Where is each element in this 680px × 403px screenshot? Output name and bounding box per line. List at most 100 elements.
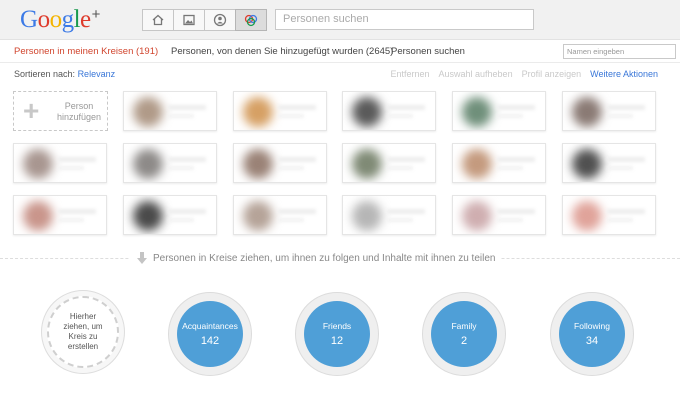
person-card[interactable] (562, 195, 656, 235)
person-card[interactable] (123, 91, 217, 131)
person-detail-blur (387, 166, 413, 170)
person-detail-blur (607, 166, 633, 170)
person-detail-blur (58, 166, 84, 170)
circle-count: 2 (460, 335, 468, 347)
person-name-blur (278, 105, 316, 110)
person-detail-blur (278, 166, 304, 170)
people-search-input[interactable]: Personen suchen (275, 9, 534, 30)
sort-label: Sortieren nach: (14, 69, 76, 79)
person-card[interactable] (452, 143, 546, 183)
person-card[interactable] (233, 195, 327, 235)
top-bar: Google+ Personen suchen (0, 0, 680, 40)
hint-text: Personen in Kreise ziehen, um ihnen zu f… (153, 252, 496, 264)
person-name-blur (497, 209, 535, 214)
person-card[interactable] (452, 195, 546, 235)
person-avatar (243, 149, 273, 179)
person-detail-blur (168, 166, 194, 170)
person-card[interactable] (562, 143, 656, 183)
person-card[interactable] (342, 143, 436, 183)
profile-icon (213, 13, 227, 27)
person-avatar (462, 97, 492, 127)
circle-name: Family (451, 321, 477, 331)
new-circle-dropzone[interactable]: Hierher ziehen, um Kreis zu erstellen (41, 290, 125, 374)
person-avatar (462, 201, 492, 231)
remove-button[interactable]: Entfernen (390, 69, 429, 79)
circles-button[interactable] (235, 9, 267, 31)
person-name-blur (278, 209, 316, 214)
person-card[interactable] (452, 91, 546, 131)
person-card[interactable] (342, 195, 436, 235)
circle-acquaintances[interactable]: Acquaintances 142 (168, 292, 252, 376)
person-avatar (572, 201, 602, 231)
person-avatar (133, 201, 163, 231)
google-plus-logo[interactable]: Google+ (20, 6, 100, 34)
home-button[interactable] (142, 9, 174, 31)
add-person-card[interactable]: + Person hinzufügen (13, 91, 108, 131)
circles-icon (244, 14, 258, 27)
circle-count: 34 (585, 335, 599, 347)
person-avatar (352, 201, 382, 231)
logo-letter: o (37, 6, 51, 33)
person-detail-blur (387, 218, 413, 222)
person-avatar (23, 149, 53, 179)
person-detail-blur (497, 166, 523, 170)
person-card[interactable] (342, 91, 436, 131)
person-name-blur (607, 105, 645, 110)
person-name-blur (58, 209, 96, 214)
circle-name: Acquaintances (182, 321, 238, 331)
tab-people-added-you[interactable]: Personen, von denen Sie hinzugefügt wurd… (171, 46, 393, 57)
arrow-down-icon (137, 252, 147, 264)
circle-name: Following (574, 321, 610, 331)
person-name-blur (278, 157, 316, 162)
person-name-blur (387, 157, 425, 162)
person-name-blur (58, 157, 96, 162)
person-card[interactable] (13, 195, 107, 235)
person-card[interactable] (123, 143, 217, 183)
person-detail-blur (607, 218, 633, 222)
photos-button[interactable] (173, 9, 205, 31)
person-avatar (243, 97, 273, 127)
person-detail-blur (278, 218, 304, 222)
person-name-blur (168, 157, 206, 162)
person-card[interactable] (123, 195, 217, 235)
person-card[interactable] (13, 143, 107, 183)
person-name-blur (497, 157, 535, 162)
person-card[interactable] (233, 143, 327, 183)
deselect-button[interactable]: Auswahl aufheben (439, 69, 513, 79)
person-avatar (243, 201, 273, 231)
circle-family[interactable]: Family 2 (422, 292, 506, 376)
person-detail-blur (168, 114, 194, 118)
plus-icon: + (23, 95, 40, 126)
photo-icon (183, 14, 195, 26)
circle-body: Acquaintances 142 (177, 301, 243, 367)
logo-letter: g (61, 6, 75, 33)
person-avatar (133, 97, 163, 127)
person-name-blur (607, 209, 645, 214)
profile-button[interactable] (204, 9, 236, 31)
tab-people-in-circles[interactable]: Personen in meinen Kreisen (191) (14, 46, 158, 57)
circle-friends[interactable]: Friends 12 (295, 292, 379, 376)
tab-find-people[interactable]: Personen suchen (391, 46, 465, 57)
person-avatar (133, 149, 163, 179)
action-bar: Entfernen Auswahl aufheben Profil anzeig… (390, 69, 658, 79)
circle-count: 12 (330, 335, 344, 347)
person-detail-blur (387, 114, 413, 118)
show-profile-button[interactable]: Profil anzeigen (522, 69, 582, 79)
person-avatar (23, 201, 53, 231)
name-filter-input[interactable]: Namen eingeben (563, 44, 676, 59)
person-name-blur (497, 105, 535, 110)
circle-body: Following 34 (559, 301, 625, 367)
person-name-blur (387, 209, 425, 214)
person-avatar (572, 97, 602, 127)
new-circle-label: Hierher ziehen, um Kreis zu erstellen (47, 296, 119, 368)
person-card[interactable] (233, 91, 327, 131)
person-card[interactable] (562, 91, 656, 131)
person-detail-blur (278, 114, 304, 118)
circle-following[interactable]: Following 34 (550, 292, 634, 376)
more-actions-button[interactable]: Weitere Aktionen (590, 69, 658, 79)
person-name-blur (607, 157, 645, 162)
logo-letter: e (80, 6, 91, 33)
logo-letter: o (49, 6, 63, 33)
sort-relevance-link[interactable]: Relevanz (78, 69, 116, 79)
person-avatar (572, 149, 602, 179)
